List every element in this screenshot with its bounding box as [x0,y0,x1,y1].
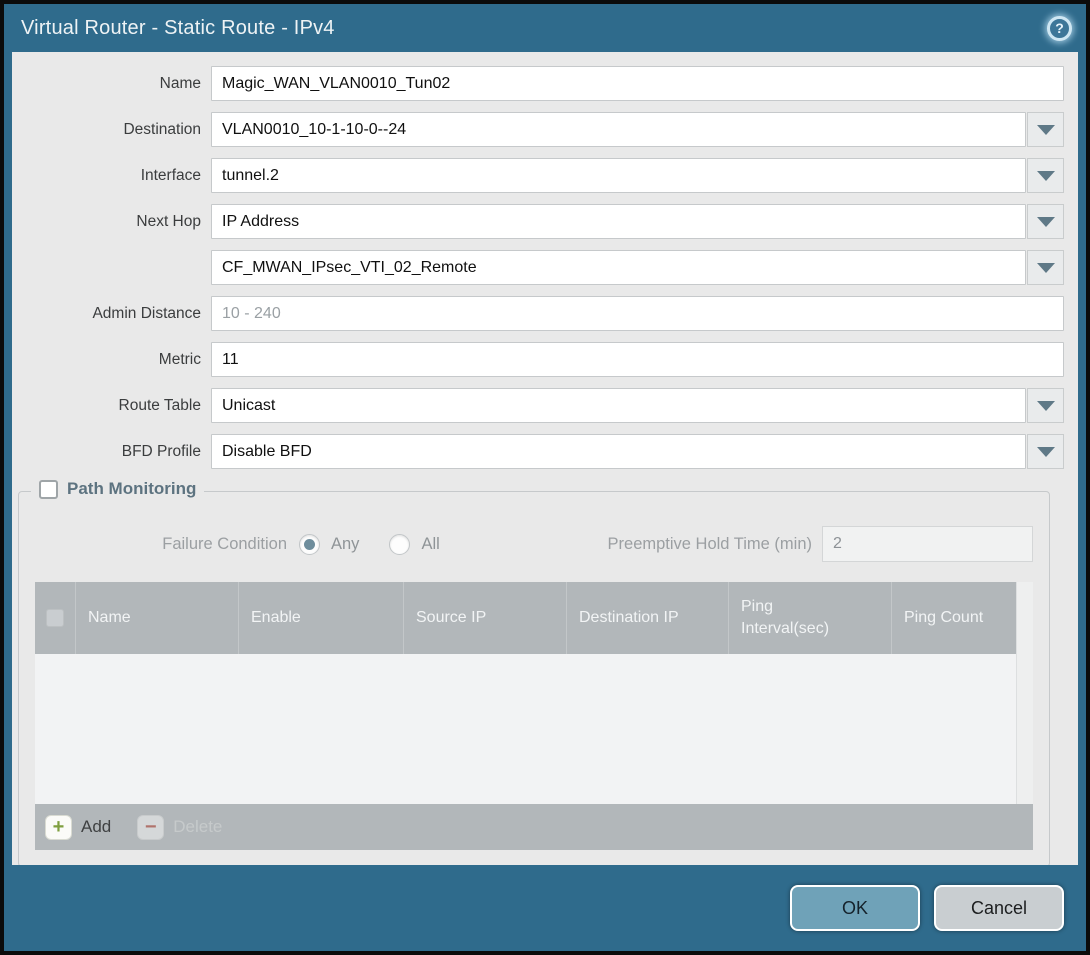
select-all-checkbox[interactable] [46,609,64,627]
path-monitoring-group: Path Monitoring Failure Condition Any Al… [18,491,1050,865]
failure-condition-any-label: Any [331,535,359,554]
column-header-name[interactable]: Name [75,582,238,654]
dialog-window: Virtual Router - Static Route - IPv4 ? N… [0,0,1090,955]
form-row-bfd-profile: BFD Profile [12,434,1064,469]
path-monitoring-table: Name Enable Source IP Destination IP Pin… [35,582,1033,850]
metric-label: Metric [12,351,211,369]
path-monitoring-checkbox[interactable] [39,480,58,499]
table-header-checkbox-cell [35,582,75,654]
form-row-next-hop: Next Hop [12,204,1064,239]
delete-button[interactable]: − Delete [137,815,222,840]
route-table-input[interactable] [211,388,1026,423]
chevron-down-icon [1037,217,1055,227]
next-hop-address-dropdown-button[interactable] [1027,250,1064,285]
path-monitoring-legend: Path Monitoring [31,479,204,499]
dialog-footer: OK Cancel [4,865,1086,951]
add-icon: + [45,815,72,840]
destination-dropdown-button[interactable] [1027,112,1064,147]
route-table-dropdown-button[interactable] [1027,388,1064,423]
name-input[interactable] [211,66,1064,101]
column-header-enable[interactable]: Enable [238,582,403,654]
table-toolbar: + Add − Delete [35,804,1033,850]
add-button[interactable]: + Add [45,815,111,840]
chevron-down-icon [1037,447,1055,457]
chevron-down-icon [1037,125,1055,135]
delete-icon: − [137,815,164,840]
add-button-label: Add [81,817,111,837]
title-bar: Virtual Router - Static Route - IPv4 ? [4,4,1086,52]
failure-condition-all-radio[interactable] [389,534,410,555]
admin-distance-label: Admin Distance [12,305,211,323]
help-icon[interactable]: ? [1047,16,1072,41]
table-scrollbar-gutter[interactable] [1016,582,1033,804]
table-body-empty [35,654,1016,804]
interface-dropdown-button[interactable] [1027,158,1064,193]
failure-condition-label: Failure Condition [35,535,287,554]
cancel-button[interactable]: Cancel [934,885,1064,931]
column-header-source-ip[interactable]: Source IP [403,582,566,654]
destination-label: Destination [12,121,211,139]
delete-button-label: Delete [173,817,222,837]
form-row-metric: Metric [12,342,1064,377]
bfd-profile-dropdown-button[interactable] [1027,434,1064,469]
bfd-profile-label: BFD Profile [12,443,211,461]
form-row-interface: Interface [12,158,1064,193]
bfd-profile-input[interactable] [211,434,1026,469]
form-row-name: Name [12,66,1064,101]
next-hop-label: Next Hop [12,213,211,231]
dialog-body: Name Destination Interface Next Hop [12,52,1078,865]
column-header-destination-ip[interactable]: Destination IP [566,582,728,654]
preemptive-hold-time-label: Preemptive Hold Time (min) [608,535,812,554]
failure-condition-any-radio[interactable] [299,534,320,555]
table-header-row: Name Enable Source IP Destination IP Pin… [35,582,1016,654]
path-monitoring-title: Path Monitoring [67,479,196,499]
metric-input[interactable] [211,342,1064,377]
form-row-admin-distance: Admin Distance [12,296,1064,331]
column-header-ping-count[interactable]: Ping Count [891,582,1016,654]
destination-input[interactable] [211,112,1026,147]
admin-distance-input[interactable] [211,296,1064,331]
failure-condition-row: Failure Condition Any All Preemptive Hol… [35,526,1033,562]
next-hop-type-dropdown-button[interactable] [1027,204,1064,239]
chevron-down-icon [1037,401,1055,411]
ok-button[interactable]: OK [790,885,920,931]
form-row-next-hop-address [12,250,1064,285]
next-hop-address-input[interactable] [211,250,1026,285]
interface-input[interactable] [211,158,1026,193]
next-hop-type-input[interactable] [211,204,1026,239]
chevron-down-icon [1037,263,1055,273]
name-label: Name [12,75,211,93]
chevron-down-icon [1037,171,1055,181]
dialog-title: Virtual Router - Static Route - IPv4 [21,17,335,40]
form-row-route-table: Route Table [12,388,1064,423]
preemptive-hold-time-input[interactable] [822,526,1033,562]
form-row-destination: Destination [12,112,1064,147]
failure-condition-all-label: All [421,535,439,554]
route-table-label: Route Table [12,397,211,415]
preemptive-hold-time-group: Preemptive Hold Time (min) [608,526,1033,562]
column-header-ping-interval[interactable]: Ping Interval(sec) [728,582,891,654]
interface-label: Interface [12,167,211,185]
